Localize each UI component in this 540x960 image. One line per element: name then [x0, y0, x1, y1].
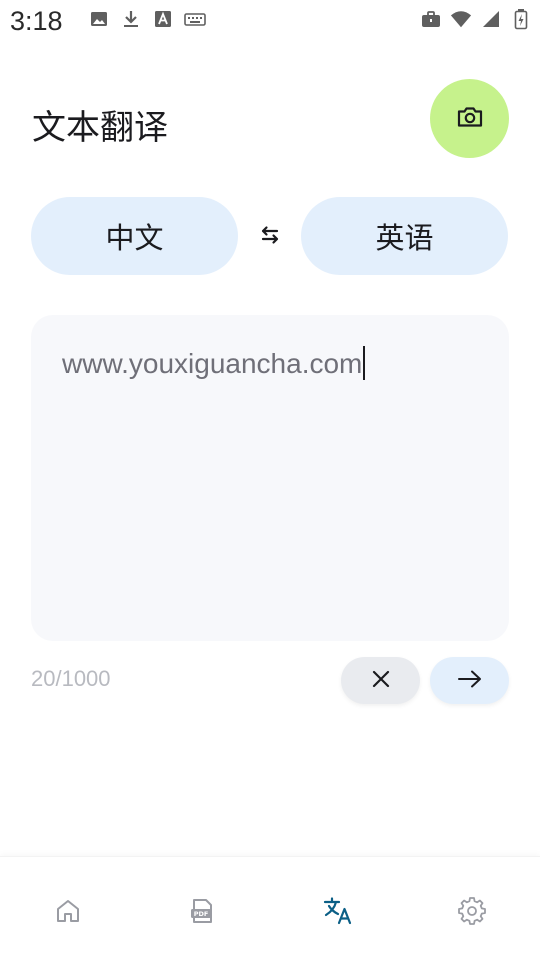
source-language-button[interactable]: 中文: [31, 197, 238, 275]
status-notification-icons: [88, 8, 206, 30]
briefcase-icon: [420, 8, 442, 30]
bottom-navigation: PDF: [0, 856, 540, 960]
source-text-input[interactable]: www.youxiguancha.com: [31, 315, 509, 641]
pdf-icon: PDF: [188, 897, 216, 929]
svg-text:PDF: PDF: [194, 910, 209, 918]
source-text: www.youxiguancha.com: [62, 348, 363, 379]
nav-pdf[interactable]: PDF: [182, 893, 222, 933]
camera-button[interactable]: [430, 79, 509, 158]
swap-languages-button[interactable]: [254, 221, 286, 253]
translate-button[interactable]: [430, 657, 509, 704]
arrow-right-icon: [457, 668, 483, 694]
image-icon: [88, 8, 110, 30]
gear-icon: [458, 897, 486, 929]
status-time: 3:18: [10, 6, 63, 36]
source-language-label: 中文: [105, 221, 164, 255]
nav-home[interactable]: [48, 893, 88, 933]
status-bar: 3:18: [0, 0, 540, 44]
nav-settings[interactable]: [452, 893, 492, 933]
swap-arrows-icon: [259, 224, 281, 250]
nav-translate[interactable]: [318, 893, 358, 933]
page-title: 文本翻译: [32, 108, 168, 148]
keyboard-icon: [184, 8, 206, 30]
home-icon: [54, 897, 82, 929]
close-icon: [370, 668, 392, 694]
source-text-value[interactable]: www.youxiguancha.com: [62, 346, 366, 380]
text-a-icon: [152, 8, 174, 30]
signal-icon: [480, 8, 502, 30]
camera-icon: [455, 102, 485, 136]
download-icon: [120, 8, 142, 30]
character-count: 20/1000: [31, 666, 111, 691]
target-language-button[interactable]: 英语: [301, 197, 508, 275]
status-system-icons: [420, 8, 532, 30]
translate-icon: [322, 895, 354, 931]
battery-icon: [510, 8, 532, 30]
clear-button[interactable]: [341, 657, 420, 704]
wifi-icon: [450, 8, 472, 30]
target-language-label: 英语: [375, 221, 434, 255]
text-caret: [363, 346, 366, 380]
